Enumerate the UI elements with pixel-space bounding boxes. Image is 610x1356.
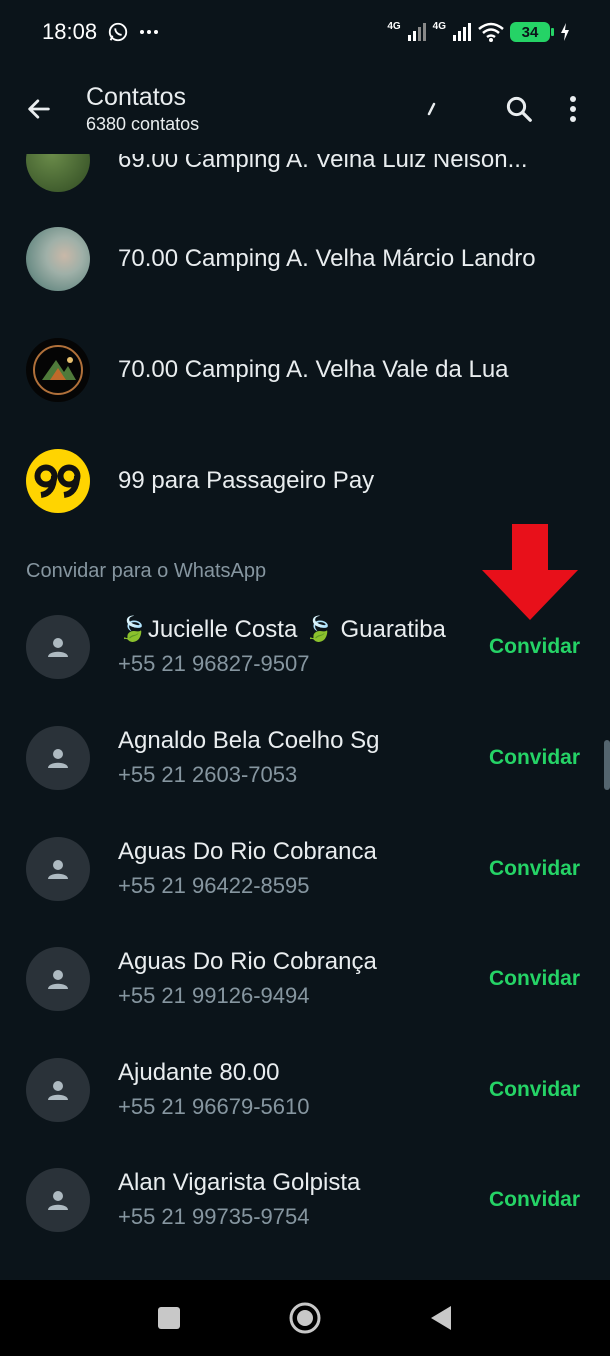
contact-photo xyxy=(26,338,90,402)
person-icon xyxy=(48,860,68,879)
invite-name: Aguas Do Rio Cobrança xyxy=(118,948,377,975)
scrollbar-thumb[interactable] xyxy=(604,740,610,790)
contact-list[interactable]: 69.00 Camping A. Velha Luiz Nelson... 70… xyxy=(0,140,610,1280)
status-left: 18:08 xyxy=(42,19,159,45)
invite-text: Agnaldo Bela Coelho Sg +55 21 2603-7053 xyxy=(118,726,490,790)
invite-button[interactable]: Convidar xyxy=(489,967,580,991)
invite-name: 🍃Jucielle Costa 🍃 Guaratiba xyxy=(118,616,446,643)
invite-phone: +55 21 96422-8595 xyxy=(118,873,310,898)
more-notifications-icon xyxy=(140,30,159,34)
invite-text: Aguas Do Rio Cobranca +55 21 96422-8595 xyxy=(118,837,490,901)
invite-row[interactable]: Aguas Do Rio Cobranca +55 21 96422-8595 … xyxy=(0,814,610,924)
contact-text: 99 para Passageiro Pay xyxy=(118,466,586,496)
invite-phone: +55 21 99126-9494 xyxy=(118,983,310,1008)
invite-section-header: Convidar para o WhatsApp xyxy=(26,560,267,582)
status-right: 4G 4G 34 xyxy=(387,21,570,44)
invite-row[interactable]: Agnaldo Bela Coelho Sg +55 21 2603-7053 … xyxy=(0,703,610,813)
invite-phone: +55 21 96679-5610 xyxy=(118,1094,310,1119)
more-options-button[interactable] xyxy=(546,82,600,136)
back-button[interactable] xyxy=(14,84,64,134)
contact-row[interactable]: 70.00 Camping A. Velha Márcio Landro xyxy=(0,204,610,314)
battery-indicator: 34 xyxy=(510,22,554,42)
system-nav-bar xyxy=(0,1280,610,1356)
app-actions xyxy=(424,82,610,136)
invite-name: Alan Vigarista Golpista xyxy=(118,1169,361,1196)
home-button[interactable] xyxy=(285,1298,325,1338)
person-icon xyxy=(48,1081,68,1100)
invite-button[interactable]: Convidar xyxy=(489,857,580,881)
contact-photo xyxy=(26,227,90,291)
invite-row[interactable]: Ajudante 80.00 +55 21 96679-5610 Convida… xyxy=(0,1035,610,1145)
triangle-back-icon xyxy=(431,1306,451,1330)
person-icon xyxy=(48,970,68,989)
invite-button[interactable]: Convidar xyxy=(489,1188,580,1212)
partial-icon xyxy=(427,102,436,116)
signal-icon xyxy=(407,23,426,41)
invite-name: Aguas Do Rio Cobranca xyxy=(118,838,377,865)
contact-row[interactable]: 70.00 Camping A. Velha Vale da Lua xyxy=(0,315,610,425)
wifi-icon xyxy=(478,22,504,42)
network-label-1: 4G xyxy=(387,20,401,32)
search-icon xyxy=(506,96,532,122)
invite-text: 🍃Jucielle Costa 🍃 Guaratiba +55 21 96827… xyxy=(118,615,490,679)
status-bar: 18:08 4G 4G 34 xyxy=(0,0,610,64)
avatar xyxy=(26,615,90,679)
invite-button[interactable]: Convidar xyxy=(489,746,580,770)
invite-text: Ajudante 80.00 +55 21 96679-5610 xyxy=(118,1058,490,1122)
charging-icon xyxy=(561,23,569,41)
whatsapp-icon xyxy=(108,22,128,42)
title-block: Contatos 6380 contatos xyxy=(86,82,199,136)
search-button[interactable] xyxy=(492,82,546,136)
page-title: Contatos xyxy=(86,83,187,111)
invite-row[interactable]: Alan Vigarista Golpista +55 21 99735-975… xyxy=(0,1145,610,1255)
avatar xyxy=(26,1168,90,1232)
invite-button[interactable]: Convidar xyxy=(489,635,580,659)
contact-name: 70.00 Camping A. Velha Márcio Landro xyxy=(118,245,536,272)
contact-name: 70.00 Camping A. Velha Vale da Lua xyxy=(118,356,509,383)
invite-phone: +55 21 99735-9754 xyxy=(118,1204,310,1229)
camping-logo-icon xyxy=(33,345,83,395)
invite-name: Agnaldo Bela Coelho Sg xyxy=(118,727,380,754)
invite-text: Aguas Do Rio Cobrança +55 21 99126-9494 xyxy=(118,947,490,1011)
square-icon xyxy=(158,1307,180,1329)
ninety-nine-logo-icon xyxy=(34,464,81,498)
invite-text: Alan Vigarista Golpista +55 21 99735-975… xyxy=(118,1168,490,1232)
contacts-count: 6380 contatos xyxy=(86,114,200,134)
recents-button[interactable] xyxy=(149,1298,189,1338)
contact-text: 70.00 Camping A. Velha Márcio Landro xyxy=(118,244,586,274)
contact-name: 99 para Passageiro Pay xyxy=(118,467,375,494)
app-bar: Contatos 6380 contatos xyxy=(0,64,610,154)
contact-text: 70.00 Camping A. Velha Vale da Lua xyxy=(118,355,586,385)
network-label-2: 4G xyxy=(432,20,446,32)
avatar xyxy=(26,1058,90,1122)
avatar xyxy=(26,726,90,790)
contact-row[interactable]: 99 para Passageiro Pay xyxy=(0,426,610,536)
invite-phone: +55 21 96827-9507 xyxy=(118,651,310,676)
invite-name: Ajudante 80.00 xyxy=(118,1059,280,1086)
invite-phone: +55 21 2603-7053 xyxy=(118,762,298,787)
more-vert-icon xyxy=(570,96,576,122)
invite-row[interactable]: Aguas Do Rio Cobrança +55 21 99126-9494 … xyxy=(0,924,610,1034)
avatar xyxy=(26,837,90,901)
back-arrow-icon xyxy=(28,99,50,119)
person-icon xyxy=(48,749,68,768)
circle-icon xyxy=(289,1302,321,1334)
status-time: 18:08 xyxy=(42,19,98,44)
person-icon xyxy=(48,638,68,657)
invite-button[interactable]: Convidar xyxy=(489,1078,580,1102)
back-nav-button[interactable] xyxy=(421,1298,461,1338)
avatar xyxy=(26,947,90,1011)
annotation-arrow-icon xyxy=(482,524,578,620)
contact-photo xyxy=(26,449,90,513)
person-icon xyxy=(48,1191,68,1210)
signal-icon xyxy=(453,23,471,41)
